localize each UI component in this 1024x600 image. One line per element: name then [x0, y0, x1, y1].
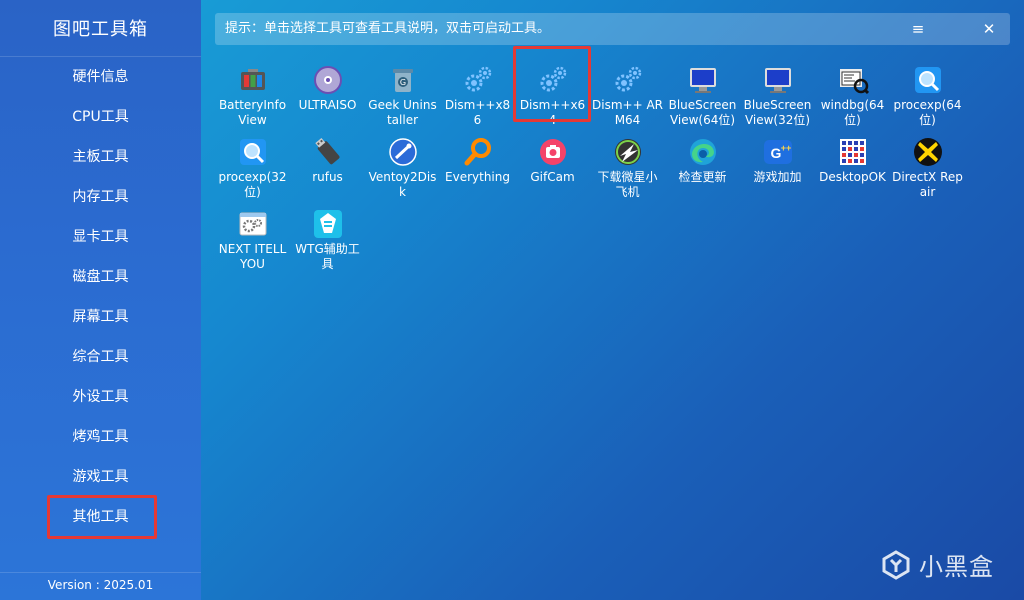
tool-item[interactable]: ULTRAISO: [290, 60, 365, 132]
camera-icon: [537, 136, 569, 168]
tool-item[interactable]: NEXT ITELLYOU: [215, 204, 290, 276]
sidebar-item[interactable]: 内存工具: [0, 177, 201, 217]
xiaoheihe-logo-icon: [882, 549, 910, 580]
version-label: Version : 2025.01: [47, 578, 154, 592]
tool-item[interactable]: rufus: [290, 132, 365, 204]
tool-item[interactable]: GifCam: [515, 132, 590, 204]
grid-icon: [837, 136, 869, 168]
tool-item[interactable]: windbg(64位): [815, 60, 890, 132]
tool-label: BlueScreenView(64位): [668, 98, 737, 127]
window-gears-icon: [237, 208, 269, 240]
tool-label: rufus: [312, 170, 343, 184]
tool-item[interactable]: procexp(32位): [215, 132, 290, 204]
tool-item[interactable]: BlueScreenView(32位): [740, 60, 815, 132]
sidebar: 图吧工具箱 硬件信息 CPU工具 主板工具 内存工具 显卡工具 磁盘工具 屏幕工具 综合工具外…: [0, 0, 201, 600]
tool-label: Dism++x86: [444, 98, 511, 127]
hint-bar: 提示：单击选择工具可查看工具说明，双击可启动工具。 ≡ ✕: [215, 13, 1010, 45]
ventoy-icon: [387, 136, 419, 168]
tool-label: NEXT ITELLYOU: [218, 242, 287, 271]
edge-icon: [687, 136, 719, 168]
menu-icon[interactable]: ≡: [901, 13, 935, 45]
tool-label: ULTRAISO: [298, 98, 357, 112]
tool-item[interactable]: Dism++x86: [440, 60, 515, 132]
search-icon: [462, 136, 494, 168]
gears-icon: [612, 64, 644, 96]
sidebar-item[interactable]: 综合工具: [0, 337, 201, 377]
sidebar-item[interactable]: 游戏工具: [0, 457, 201, 497]
tool-label: 下载微星小飞机: [597, 170, 658, 199]
sidebar-item[interactable]: 其他工具: [0, 495, 201, 539]
tool-item[interactable]: DirectX Repair: [890, 132, 965, 204]
tool-label: procexp(64位): [893, 98, 962, 127]
sidebar-divider: [0, 572, 201, 573]
tool-item[interactable]: Ventoy2Disk: [365, 132, 440, 204]
battery-icon: [237, 64, 269, 96]
watermark-text: 小黑盒: [919, 553, 994, 581]
app-title: 图吧工具箱: [53, 19, 148, 40]
sidebar-item[interactable]: CPU工具: [0, 97, 201, 137]
monitor-icon: [762, 64, 794, 96]
sidebar-item[interactable]: 显卡工具: [0, 217, 201, 257]
directx-icon: [912, 136, 944, 168]
tool-label: GifCam: [530, 170, 575, 184]
tool-item[interactable]: Dism++ ARM64: [590, 60, 665, 132]
tool-label: BatteryInfoView: [218, 98, 287, 127]
afterburner-icon: [612, 136, 644, 168]
trash-can-icon: G: [387, 64, 419, 96]
tool-item[interactable]: Dism++x64: [513, 46, 591, 132]
tool-label: 游戏加加: [753, 170, 802, 184]
sidebar-item[interactable]: 磁盘工具: [0, 257, 201, 297]
tool-item[interactable]: BatteryInfoView: [215, 60, 290, 132]
close-icon[interactable]: ✕: [972, 13, 1006, 45]
tool-label: windbg(64位): [820, 98, 885, 127]
watermark: 小黑盒: [881, 547, 994, 582]
tool-item[interactable]: DesktopOK: [815, 132, 890, 204]
tool-label: DirectX Repair: [892, 170, 963, 199]
hint-text: 提示：单击选择工具可查看工具说明，双击可启动工具。: [225, 21, 551, 36]
sidebar-item[interactable]: 屏幕工具: [0, 297, 201, 337]
tool-label: Dism++ ARM64: [592, 98, 663, 127]
tool-item[interactable]: procexp(64位): [890, 60, 965, 132]
sidebar-item[interactable]: 烤鸡工具: [0, 417, 201, 457]
svg-text:++: ++: [780, 143, 791, 153]
tool-label: Dism++x64: [519, 98, 586, 127]
gears-icon: [462, 64, 494, 96]
debugger-icon: [837, 64, 869, 96]
tool-label: Geek Uninstaller: [368, 98, 437, 127]
tool-label: procexp(32位): [218, 170, 287, 199]
monitor-icon: [687, 64, 719, 96]
tool-item[interactable]: 下载微星小飞机: [590, 132, 665, 204]
usb-drive-icon: [312, 136, 344, 168]
magnifier-icon: [237, 136, 269, 168]
game-plus-icon: G ++: [762, 136, 794, 168]
tool-label: Everything: [445, 170, 510, 184]
sidebar-item[interactable]: 外设工具: [0, 377, 201, 417]
magnifier-icon: [912, 64, 944, 96]
sidebar-item[interactable]: 硬件信息: [0, 57, 201, 97]
sidebar-item[interactable]: 主板工具: [0, 137, 201, 177]
tool-label: BlueScreenView(32位): [743, 98, 812, 127]
wtg-icon: [312, 208, 344, 240]
tool-label: 检查更新: [678, 170, 727, 184]
tool-item[interactable]: 检查更新: [665, 132, 740, 204]
tool-item[interactable]: BlueScreenView(64位): [665, 60, 740, 132]
tool-label: Ventoy2Disk: [368, 170, 437, 199]
disc-icon: [312, 64, 344, 96]
tool-item[interactable]: G ++ 游戏加加: [740, 132, 815, 204]
tool-item[interactable]: Everything: [440, 132, 515, 204]
tool-item[interactable]: G Geek Uninstaller: [365, 60, 440, 132]
tool-item[interactable]: WTG辅助工具: [290, 204, 365, 276]
tool-label: WTG辅助工具: [295, 242, 360, 271]
gears-icon: [537, 64, 569, 96]
tool-label: DesktopOK: [819, 170, 886, 184]
svg-text:G: G: [399, 78, 405, 87]
